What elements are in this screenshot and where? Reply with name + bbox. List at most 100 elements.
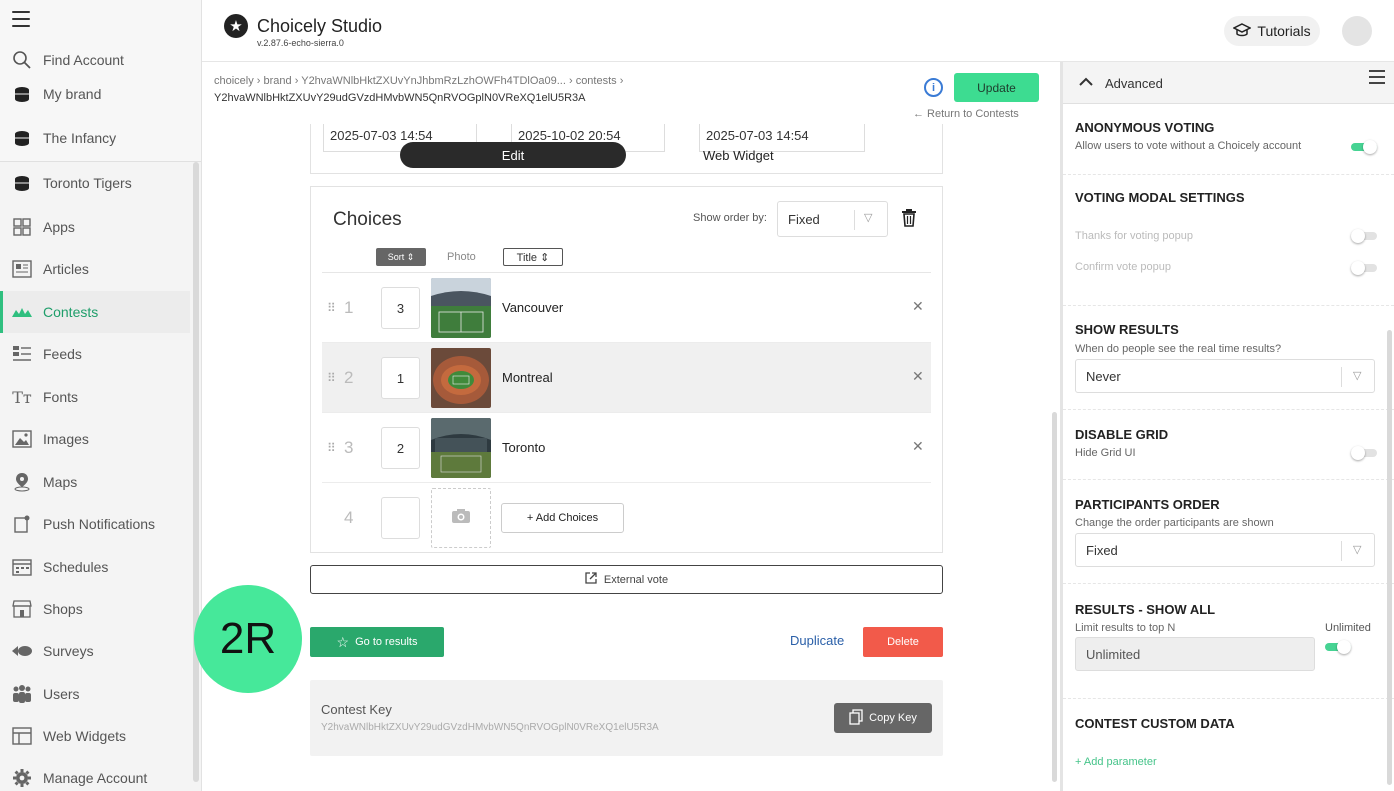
- section-title: ANONYMOUS VOTING: [1075, 120, 1215, 135]
- participants-order-select[interactable]: Fixed ▽: [1075, 533, 1375, 567]
- order-input[interactable]: [381, 497, 420, 539]
- chevron-down-icon: ▽: [1353, 544, 1362, 556]
- choice-photo[interactable]: [431, 348, 491, 408]
- order-input[interactable]: 3: [381, 287, 420, 329]
- main-scrollbar[interactable]: [1052, 412, 1057, 782]
- choice-photo[interactable]: [431, 278, 491, 338]
- camera-icon: [451, 508, 471, 529]
- drag-handle-icon[interactable]: ⠿: [327, 371, 336, 385]
- row-number: 2: [344, 368, 354, 387]
- contest-key-value: Y2hvaWNlbHktZXUvY29udGVzdHMvbWN5QnRVOGpl…: [321, 722, 659, 733]
- duplicate-button[interactable]: Duplicate: [790, 633, 844, 648]
- sidebar-item-articles[interactable]: Articles: [0, 248, 190, 290]
- anonymous-voting-section: ANONYMOUS VOTING Allow users to vote wit…: [1063, 105, 1394, 175]
- sidebar-item-contests[interactable]: Contests: [0, 291, 190, 333]
- sidebar-item-maps[interactable]: Maps: [0, 461, 190, 503]
- add-photo-placeholder[interactable]: [431, 488, 491, 548]
- sidebar-item-web-widgets[interactable]: Web Widgets: [0, 715, 190, 757]
- feeds-icon: [11, 343, 33, 365]
- main-content: choicely › brand › Y2hvaWNlbHktZXUvYnJhb…: [202, 62, 1060, 791]
- external-vote-button[interactable]: External vote: [310, 565, 943, 594]
- drag-handle-icon[interactable]: ⠿: [327, 301, 336, 315]
- tab-web-widget[interactable]: Web Widget: [703, 148, 774, 163]
- star-icon: ☆: [336, 633, 350, 650]
- images-icon: [11, 428, 33, 450]
- close-icon[interactable]: ✕: [912, 438, 924, 455]
- title-header-button[interactable]: Title ⇕: [503, 248, 563, 266]
- select-divider: [854, 210, 855, 230]
- sidebar-item-manage-account[interactable]: Manage Account: [0, 757, 190, 791]
- add-choices-button[interactable]: + Add Choices: [501, 503, 624, 533]
- choice-name: Toronto: [502, 440, 546, 455]
- sidebar-item-surveys[interactable]: Surveys: [0, 630, 190, 672]
- sidebar-item-label: Feeds: [43, 346, 82, 362]
- sidebar-item-schedules[interactable]: Schedules: [0, 546, 190, 588]
- breadcrumb[interactable]: choicely › brand › Y2hvaWNlbHktZXUvYnJhb…: [214, 75, 623, 87]
- sidebar-item-label: Schedules: [43, 559, 109, 575]
- close-icon[interactable]: ✕: [912, 368, 924, 385]
- menu-icon[interactable]: [12, 11, 30, 27]
- thanks-popup-label: Thanks for voting popup: [1075, 230, 1194, 242]
- sidebar-item-label: Push Notifications: [43, 516, 156, 532]
- return-to-contests-link[interactable]: ← Return to Contests: [913, 108, 1019, 120]
- advanced-header[interactable]: Advanced: [1063, 62, 1394, 104]
- advanced-settings-panel: Advanced ANONYMOUS VOTING Allow users to…: [1060, 62, 1394, 791]
- show-order-select[interactable]: Fixed ▽: [777, 201, 888, 237]
- row-number: 1: [344, 298, 354, 317]
- sidebar-item-images[interactable]: Images: [0, 418, 190, 460]
- tutorials-button[interactable]: Tutorials: [1224, 16, 1320, 46]
- confirm-popup-toggle[interactable]: [1351, 261, 1377, 275]
- trash-icon[interactable]: [901, 209, 917, 227]
- sidebar-item-fonts[interactable]: Tт Fonts: [0, 376, 190, 418]
- sort-header-button[interactable]: Sort ⇕: [376, 248, 426, 266]
- app-root: Find Account My brand The Infancy Toront…: [0, 0, 1394, 791]
- sidebar-item-toronto-tigers[interactable]: Toronto Tigers: [0, 162, 190, 204]
- sidebar-item-label: Toronto Tigers: [43, 175, 132, 191]
- app-title: Choicely Studio: [257, 16, 383, 36]
- close-icon[interactable]: ✕: [912, 298, 924, 315]
- section-desc: Hide Grid UI: [1075, 447, 1136, 459]
- external-vote-label: External vote: [603, 573, 669, 586]
- new-choice-row: 4 + Add Choices: [322, 483, 931, 553]
- order-input[interactable]: 2: [381, 427, 420, 469]
- choice-row[interactable]: ⠿ 2 1 Montreal ✕: [322, 343, 931, 413]
- unlimited-label: Unlimited: [1325, 622, 1371, 634]
- sidebar-item-users[interactable]: Users: [0, 673, 190, 715]
- choice-row[interactable]: ⠿ 1 3 Vancouver ✕: [322, 273, 931, 343]
- panel-scrollbar[interactable]: [1387, 330, 1392, 785]
- surveys-icon: [11, 640, 33, 662]
- thanks-popup-toggle[interactable]: [1351, 229, 1377, 243]
- tab-edit[interactable]: Edit: [400, 142, 626, 168]
- sidebar-item-the-infancy[interactable]: The Infancy: [0, 117, 190, 159]
- update-button[interactable]: Update: [954, 73, 1039, 102]
- add-parameter-link[interactable]: + Add parameter: [1075, 756, 1157, 768]
- select-divider: [1341, 367, 1342, 387]
- gear-icon: [11, 767, 33, 789]
- section-desc: Change the order participants are shown: [1075, 517, 1274, 529]
- section-desc: Limit results to top N: [1075, 622, 1176, 634]
- info-icon[interactable]: i: [924, 78, 943, 97]
- menu-icon[interactable]: [1369, 70, 1385, 88]
- sidebar-item-my-brand[interactable]: My brand: [0, 73, 190, 115]
- copy-key-button[interactable]: Copy Key: [834, 703, 932, 733]
- avatar[interactable]: [1342, 16, 1372, 46]
- apps-icon: [11, 216, 33, 238]
- disable-grid-toggle[interactable]: [1351, 446, 1377, 460]
- sidebar-item-feeds[interactable]: Feeds: [0, 333, 190, 375]
- choice-photo[interactable]: [431, 418, 491, 478]
- delete-button[interactable]: Delete: [863, 627, 943, 657]
- go-to-results-button[interactable]: ☆ Go to results: [310, 627, 444, 657]
- sidebar-item-apps[interactable]: Apps: [0, 206, 190, 248]
- order-input[interactable]: 1: [381, 357, 420, 399]
- results-limit-input[interactable]: Unlimited: [1075, 637, 1315, 671]
- sidebar-item-shops[interactable]: Shops: [0, 588, 190, 630]
- confirm-popup-label: Confirm vote popup: [1075, 261, 1171, 273]
- select-value: Fixed: [1086, 543, 1118, 558]
- drag-handle-icon[interactable]: ⠿: [327, 441, 336, 455]
- unlimited-toggle[interactable]: [1325, 640, 1351, 654]
- anonymous-voting-toggle[interactable]: [1351, 140, 1377, 154]
- sidebar-item-push-notifications[interactable]: Push Notifications: [0, 503, 190, 545]
- show-results-select[interactable]: Never ▽: [1075, 359, 1375, 393]
- sidebar-scrollbar[interactable]: [193, 162, 199, 782]
- choice-row[interactable]: ⠿ 3 2 Toronto ✕: [322, 413, 931, 483]
